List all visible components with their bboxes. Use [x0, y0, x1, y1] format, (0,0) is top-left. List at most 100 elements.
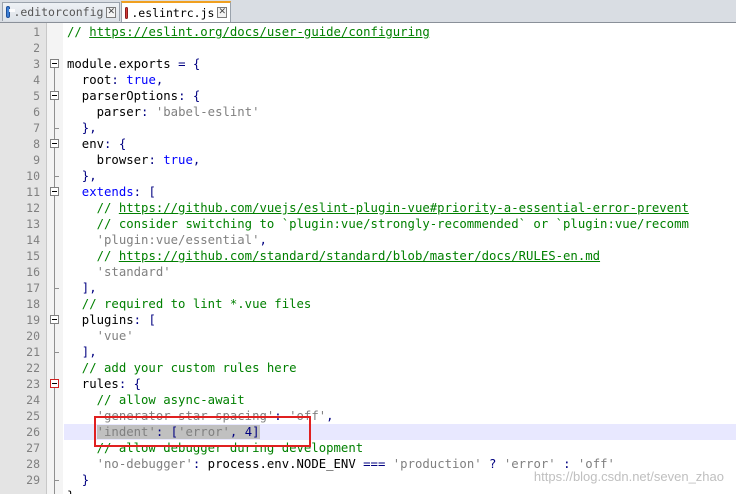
- code-token: },: [67, 121, 97, 135]
- code-token: : {: [104, 137, 127, 151]
- code-token: // add your custom rules here: [67, 361, 297, 375]
- code-text: },: [67, 168, 97, 184]
- line-number: 5: [33, 89, 40, 103]
- line-number: 29: [26, 473, 40, 487]
- code-text: // add your custom rules here: [67, 360, 297, 376]
- code-line: 16 'standard': [0, 264, 736, 280]
- code-line: 22 // add your custom rules here: [0, 360, 736, 376]
- code-token: : {: [178, 89, 201, 103]
- tab-editorconfig[interactable]: .editorconfig ✕: [2, 2, 120, 21]
- line-number: 9: [33, 153, 40, 167]
- code-text: ],: [67, 280, 97, 296]
- code-line: 9 browser: true,: [0, 152, 736, 168]
- close-icon[interactable]: ✕: [106, 6, 116, 18]
- code-line: 15 // https://github.com/standard/standa…: [0, 248, 736, 264]
- line-number: 18: [26, 297, 40, 311]
- fold-toggle-icon[interactable]: [47, 376, 63, 392]
- code-token: ===: [363, 457, 393, 471]
- code-line: 14 'plugin:vue/essential',: [0, 232, 736, 248]
- code-text: parser: 'babel-eslint': [67, 104, 260, 120]
- code-text: },: [67, 120, 97, 136]
- code-line: 13 // consider switching to `plugin:vue/…: [0, 216, 736, 232]
- code-token: process.env.NODE_ENV: [207, 457, 364, 471]
- code-token: https://github.com/vuejs/eslint-plugin-v…: [118, 201, 689, 215]
- line-number: 3: [33, 57, 40, 71]
- code-text: rules: {: [67, 376, 141, 392]
- code-token: ,: [155, 73, 164, 87]
- line-number: 23: [26, 377, 40, 391]
- code-token: // consider switching to `plugin:vue/str…: [67, 217, 689, 231]
- code-token: ,: [326, 409, 334, 423]
- fold-line: [47, 296, 63, 312]
- fold-line: [47, 264, 63, 280]
- watermark: https://blog.csdn.net/seven_zhao: [533, 469, 724, 484]
- code-text: browser: true,: [67, 152, 201, 168]
- line-number: 24: [26, 393, 40, 407]
- code-text: // consider switching to `plugin:vue/str…: [67, 216, 689, 232]
- line-number: 4: [33, 73, 40, 87]
- code-text: ],: [67, 344, 97, 360]
- code-token: true: [163, 153, 193, 167]
- fold-toggle-icon[interactable]: [47, 312, 63, 328]
- line-number: 26: [26, 425, 40, 439]
- code-token: :: [148, 153, 164, 167]
- line-number: 16: [26, 265, 40, 279]
- code-token: 'plugin:vue/essential': [67, 233, 260, 247]
- code-token: = {: [178, 57, 201, 71]
- code-text: module.exports = {: [67, 56, 200, 72]
- code-line: 7 },: [0, 120, 736, 136]
- code-line: 24 // allow async-await: [0, 392, 736, 408]
- tab-eslintrc[interactable]: .eslintrc.js ✕: [121, 1, 231, 22]
- code-token: //: [67, 25, 90, 39]
- code-token: ?: [489, 457, 504, 471]
- fold-line: [47, 72, 63, 88]
- code-token: :: [141, 105, 156, 119]
- fold-line: [47, 328, 63, 344]
- fold-toggle-icon[interactable]: [47, 136, 63, 152]
- code-token: ],: [67, 281, 97, 295]
- fold-line: [47, 456, 63, 472]
- code-line: 19 plugins: [: [0, 312, 736, 328]
- line-number: 22: [26, 361, 40, 375]
- code-token: //: [67, 249, 119, 263]
- fold-line: [47, 424, 63, 440]
- code-text: parserOptions: {: [67, 88, 200, 104]
- fold-toggle-icon[interactable]: [47, 56, 63, 72]
- fold-end-marker: [47, 280, 63, 296]
- close-icon[interactable]: ✕: [217, 7, 227, 18]
- code-token: // allow async-await: [67, 393, 245, 407]
- fold-line: [47, 408, 63, 424]
- tab-bar: .editorconfig ✕ .eslintrc.js ✕: [0, 0, 736, 23]
- code-token: https://github.com/standard/standard/blo…: [118, 249, 601, 263]
- code-text: 'no-debugger': process.env.NODE_ENV === …: [67, 456, 615, 472]
- code-token: ,: [259, 233, 267, 247]
- fold-toggle-icon[interactable]: [47, 88, 63, 104]
- code-token: : [: [133, 185, 156, 199]
- fold-line: [47, 152, 63, 168]
- red-annotation-box: [94, 416, 311, 447]
- fold-line: [47, 440, 63, 456]
- code-text: // https://github.com/standard/standard/…: [67, 248, 600, 264]
- code-token: :: [111, 73, 127, 87]
- code-text: // allow async-await: [67, 392, 245, 408]
- code-text: // required to lint *.vue files: [67, 296, 312, 312]
- line-number: 12: [26, 201, 40, 215]
- code-token: // required to lint *.vue files: [67, 297, 312, 311]
- code-line: 20 'vue': [0, 328, 736, 344]
- line-number: 7: [33, 121, 40, 135]
- line-number: 17: [26, 281, 40, 295]
- code-line: 4 root: true,: [0, 72, 736, 88]
- code-line: 10 },: [0, 168, 736, 184]
- code-line: 21 ],: [0, 344, 736, 360]
- code-token: root: [67, 73, 112, 87]
- fold-end-marker: [47, 472, 63, 488]
- fold-toggle-icon[interactable]: [47, 184, 63, 200]
- code-token: }: [67, 473, 90, 487]
- file-saved-icon: [6, 6, 16, 18]
- code-token: 'vue': [67, 329, 134, 343]
- code-token: env: [67, 137, 105, 151]
- code-token: ],: [67, 345, 97, 359]
- fold-line: [47, 200, 63, 216]
- code-token: true: [126, 73, 156, 87]
